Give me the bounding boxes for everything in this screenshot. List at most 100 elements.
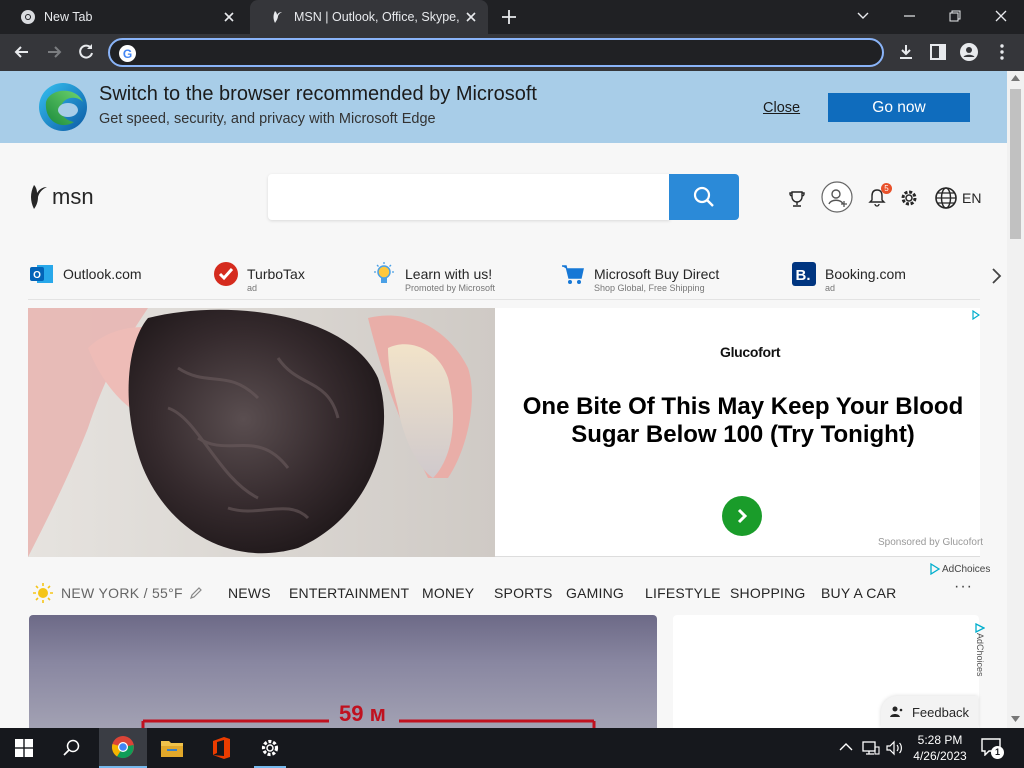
chevron-up-icon[interactable] [839,742,853,752]
minimize-icon [903,15,915,17]
nav-entertainment[interactable]: ENTERTAINMENT [289,585,409,601]
quick-link-buy-direct[interactable]: Microsoft Buy Direct Shop Global, Free Sh… [560,261,719,299]
msn-logo[interactable]: msn [28,183,94,211]
language-label[interactable]: EN [962,190,981,206]
ad-image[interactable] [28,308,495,557]
search-input[interactable] [268,174,670,220]
pencil-icon[interactable] [189,586,203,600]
search-icon [693,186,714,207]
address-input[interactable] [142,43,862,63]
nav-shopping[interactable]: SHOPPING [730,585,806,601]
window-close-button[interactable] [978,0,1024,32]
tab-new-tab[interactable]: New Tab [0,0,246,34]
sun-icon [33,583,53,603]
nav-gaming[interactable]: GAMING [566,585,624,601]
nav-lifestyle[interactable]: LIFESTYLE [645,585,721,601]
feedback-button[interactable]: Feedback [881,696,978,728]
quick-link-turbotax[interactable]: TurboTax ad [213,261,305,299]
back-arrow-icon[interactable] [12,42,32,62]
start-button[interactable] [0,728,48,768]
adchoices-link[interactable]: AdChoices [930,563,990,575]
chrome-icon [111,736,134,759]
close-icon[interactable] [464,10,478,24]
search-button[interactable] [669,174,739,220]
edge-promo-banner: Switch to the browser recommended by Mic… [0,71,1007,143]
trophy-icon[interactable] [787,189,807,209]
booking-icon: B. [792,262,816,286]
notification-badge: 5 [881,183,892,194]
network-icon[interactable] [862,740,880,756]
nav-more-button[interactable]: ··· [954,578,973,596]
page-viewport: Switch to the browser recommended by Mic… [0,71,1007,728]
edge-logo-icon [39,83,87,131]
reload-icon[interactable] [76,42,96,62]
ad-brand-logo: Glucofort [720,344,781,360]
nav-sports[interactable]: SPORTS [494,585,553,601]
taskbar-settings[interactable] [246,728,294,768]
go-now-button[interactable]: Go now [828,93,970,122]
msn-butterfly-icon [273,11,282,23]
taskbar-clock[interactable]: 5:28 PM 4/26/2023 [908,732,972,764]
chevron-right-icon[interactable] [990,267,1002,285]
nav-news[interactable]: NEWS [228,585,271,601]
sponsored-ad[interactable]: Glucofort One Bite Of This May Keep Your… [28,308,984,557]
address-bar[interactable]: G [108,38,884,67]
svg-text:B.: B. [796,267,811,284]
scroll-up-arrow-icon[interactable] [1011,75,1020,81]
tab-title: MSN | Outlook, Office, Skype, Bing [294,10,464,24]
browser-tab-strip: New Tab MSN | Outlook, Office, Skype, Bi… [0,0,1024,34]
forward-arrow-icon[interactable] [44,42,64,62]
quick-link-sub: Shop Global, Free Shipping [594,283,705,293]
quick-link-outlook[interactable]: O Outlook.com [29,261,142,299]
minimize-button[interactable] [886,0,932,32]
windows-taskbar: 5:28 PM 4/26/2023 1 [0,728,1024,768]
tab-msn[interactable]: MSN | Outlook, Office, Skype, Bing [250,0,488,34]
restore-button[interactable] [932,0,978,32]
scroll-down-arrow-icon[interactable] [1011,716,1020,722]
msn-butterfly-icon [31,185,47,209]
download-icon[interactable] [896,42,916,62]
weather-widget[interactable]: NEW YORK / 55°F [33,583,203,603]
ad-sponsor-label: Sponsored by Glucofort [878,537,984,548]
ad-photo [28,308,495,557]
side-panel-icon[interactable] [928,42,948,62]
close-icon[interactable] [222,10,236,24]
taskbar-chrome[interactable] [99,728,147,768]
ad-arrow-button[interactable] [722,496,762,536]
quick-link-label: Outlook.com [63,266,142,282]
quick-link-label: Microsoft Buy Direct [594,266,720,282]
profile-icon[interactable] [959,42,979,62]
quick-link-booking[interactable]: B. Booking.com ad [791,261,906,299]
avatar-sign-in-icon[interactable] [821,181,853,213]
clock-time: 5:28 PM [917,733,963,747]
adchoices-icon[interactable] [972,310,980,320]
scrollbar-thumb[interactable] [1010,89,1021,239]
kebab-menu-icon[interactable] [992,42,1012,62]
hero-story-card[interactable]: 59 м [29,615,657,728]
hero-overlay-text: 59 м [339,701,386,726]
browser-toolbar: G [0,34,1024,71]
banner-close-link[interactable]: Close [763,100,800,116]
weather-text: NEW YORK / 55°F [61,585,183,601]
gear-icon[interactable] [899,188,919,208]
office-icon [213,737,230,759]
notifications-button[interactable]: 5 [868,183,892,209]
adchoices-link[interactable]: AdChoices [975,623,991,693]
page-scrollbar[interactable] [1007,71,1024,728]
action-center-button[interactable]: 1 [981,738,1005,760]
new-tab-icon[interactable] [500,8,518,26]
volume-icon[interactable] [886,740,904,756]
checkmark-icon [214,262,238,286]
folder-icon [161,741,183,757]
globe-icon[interactable] [934,186,958,210]
google-icon: G [119,45,136,62]
shopping-cart-icon [562,265,584,284]
nav-money[interactable]: MONEY [422,585,474,601]
taskbar-file-explorer[interactable] [148,728,196,768]
ad-headline[interactable]: One Bite Of This May Keep Your Blood Sug… [503,393,983,449]
tab-search-button[interactable] [840,0,886,32]
taskbar-office[interactable] [197,728,245,768]
quick-link-learn[interactable]: Learn with us! Promoted by Microsoft [371,261,495,299]
taskbar-search-button[interactable] [48,728,96,768]
nav-buy-a-car[interactable]: BUY A CAR [821,585,896,601]
